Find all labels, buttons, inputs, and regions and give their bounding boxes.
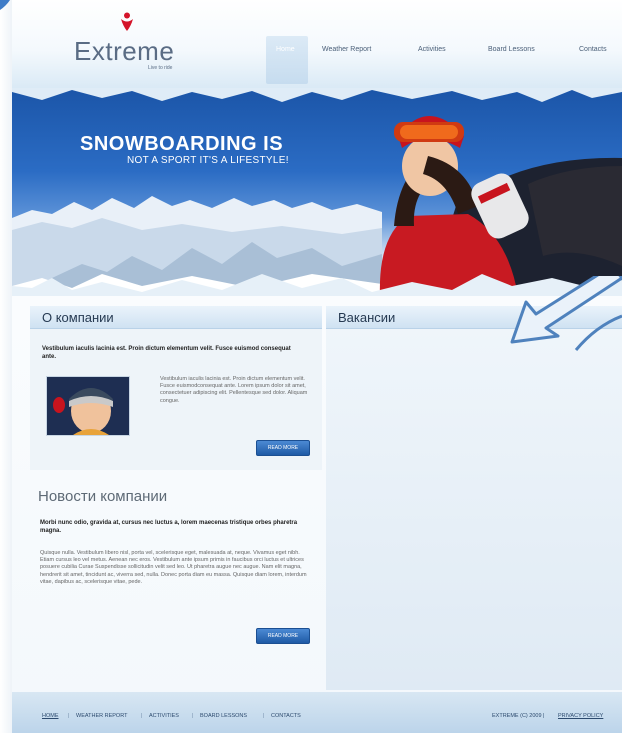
about-body: Vestibulum iaculis lacinia est. Proin di…: [160, 376, 308, 404]
nav-item-contacts[interactable]: Contacts: [579, 46, 607, 53]
snowboarder-photo: [379, 116, 622, 296]
about-photo: [46, 376, 130, 436]
logo-snowboarder-icon: [121, 12, 133, 31]
footer-link-contacts[interactable]: CONTACTS: [271, 713, 301, 719]
footer-separator: |: [68, 713, 70, 719]
news-read-more-button[interactable]: READ MORE: [256, 628, 310, 644]
hero-title: SNOWBOARDING IS: [80, 133, 284, 155]
news-heading: Новости компании: [38, 488, 168, 505]
nav-item-board-lessons[interactable]: Board Lessons: [488, 46, 535, 53]
hero-subtitle: NOT A SPORT IT'S A LIFESTYLE!: [127, 155, 289, 166]
footer-link-activities[interactable]: ACTIVITIES: [149, 713, 179, 719]
nav-item-activities[interactable]: Activities: [418, 46, 446, 53]
footer-link-weather-report[interactable]: WEATHER REPORT: [76, 713, 127, 719]
nav-item-weather-report[interactable]: Weather Report: [322, 46, 371, 53]
news-body: Quisque nulla. Vestibulum libero nisl, p…: [40, 550, 307, 585]
page: Extreme Live to ride Home Weather Report…: [0, 0, 622, 733]
footer-separator: |: [141, 713, 143, 719]
hero-banner: SNOWBOARDING IS NOT A SPORT IT'S A LIFES…: [12, 88, 622, 296]
footer-link-home[interactable]: HOME: [42, 713, 59, 719]
ice-edge-top: [12, 88, 622, 102]
about-panel: О компании Vestibulum iaculis lacinia es…: [30, 306, 322, 470]
footer-link-board-lessons[interactable]: BOARD LESSONS: [200, 713, 247, 719]
header: Extreme Live to ride Home Weather Report…: [12, 0, 622, 92]
vacancies-panel: Вакансии: [326, 276, 622, 690]
logo-text[interactable]: Extreme: [74, 36, 174, 67]
nav-item-home[interactable]: Home: [276, 46, 295, 53]
vacancies-heading: Вакансии: [338, 310, 396, 325]
about-intro: Vestibulum iaculis lacinia est. Proin di…: [42, 346, 291, 360]
arrow-pointer-graphic: [510, 276, 622, 351]
footer-separator: |: [192, 713, 194, 719]
footer-separator: |: [263, 713, 265, 719]
page-left-edge: [0, 0, 12, 733]
footer: HOME | WEATHER REPORT | ACTIVITIES | BOA…: [12, 692, 622, 733]
about-header: О компании: [30, 306, 322, 329]
footer-copyright: EXTREME (C) 2009 |: [492, 713, 545, 719]
news-intro: Morbi nunc odio, gravida at, cursus nec …: [40, 520, 298, 534]
nav-active-highlight: [266, 36, 308, 84]
about-heading: О компании: [42, 310, 114, 325]
about-read-more-button[interactable]: READ MORE: [256, 440, 310, 456]
footer-privacy-policy-link[interactable]: PRIVACY POLICY: [558, 713, 603, 719]
logo-tagline: Live to ride: [148, 65, 173, 71]
